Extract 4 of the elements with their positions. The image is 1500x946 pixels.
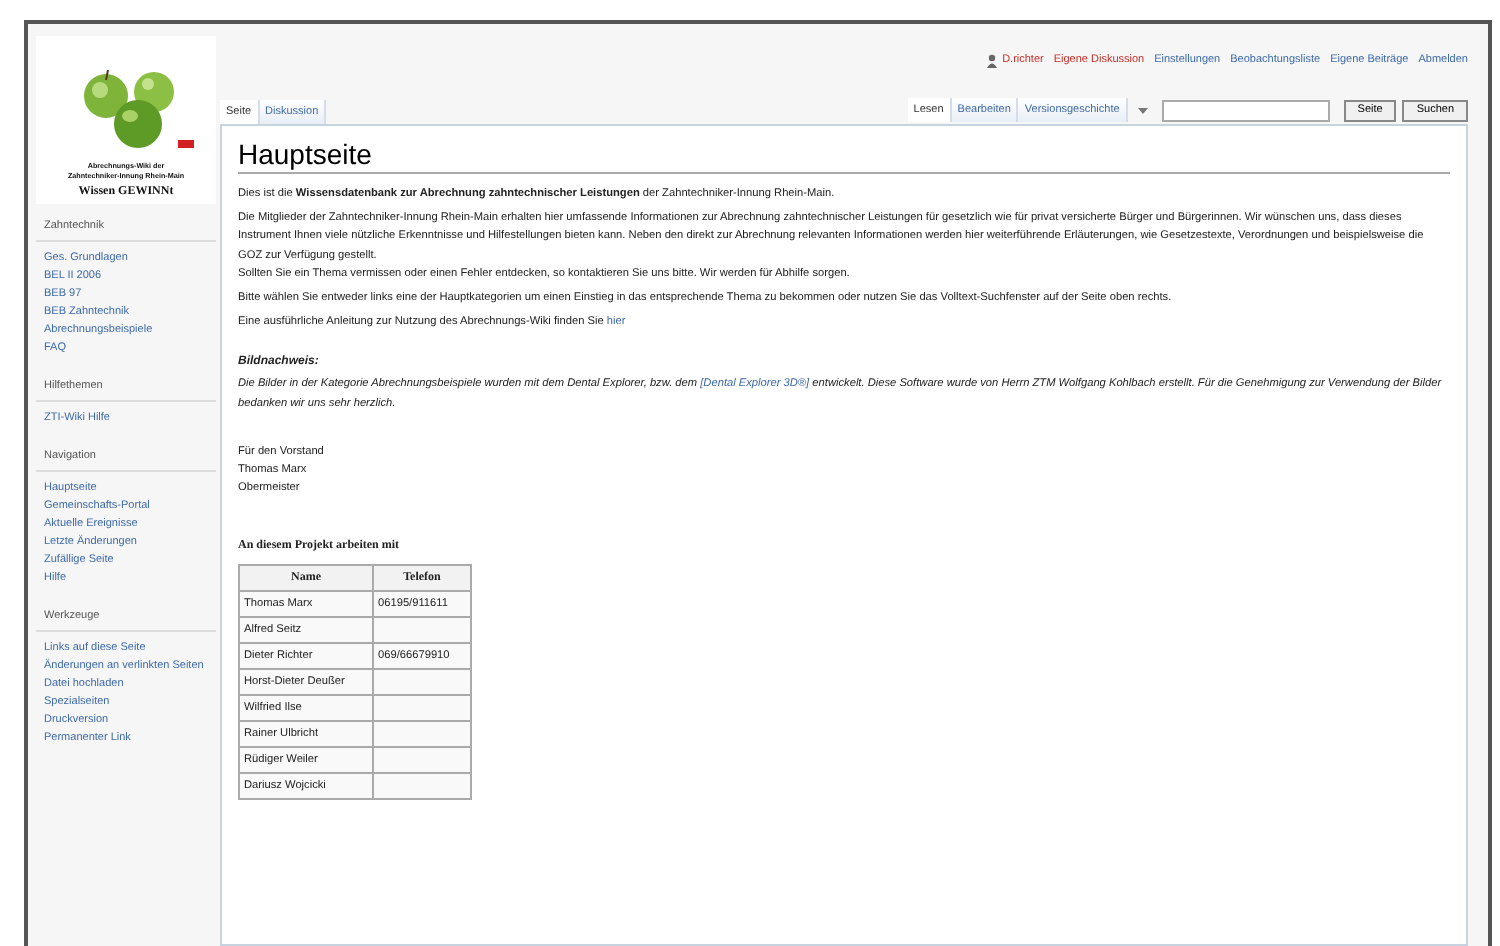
page-title: Hauptseite <box>238 138 1450 174</box>
caret-icon <box>1137 107 1148 113</box>
user-icon <box>986 53 999 67</box>
search-field[interactable] <box>1161 99 1330 121</box>
